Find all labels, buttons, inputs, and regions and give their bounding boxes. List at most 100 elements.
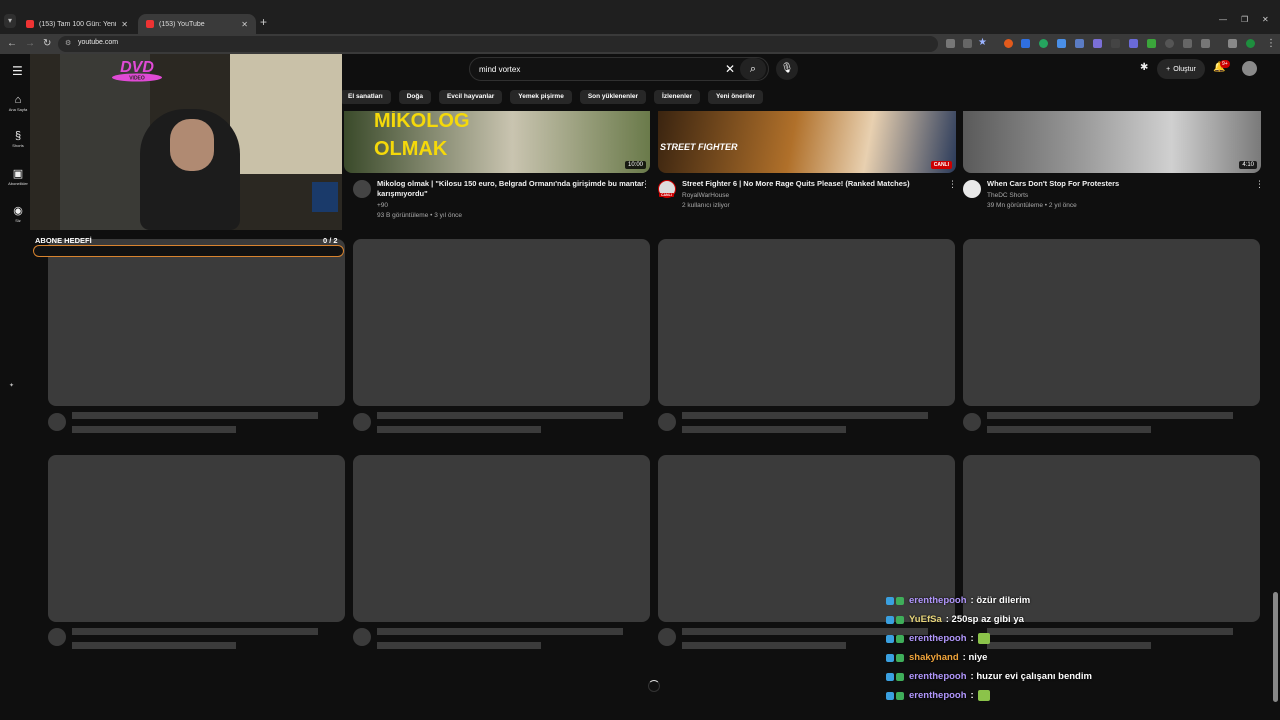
skeleton-line [72, 628, 318, 635]
extension-icon[interactable] [1093, 39, 1102, 48]
minimize-icon[interactable]: — [1219, 15, 1227, 24]
skeleton-line [72, 426, 236, 433]
extension-icon[interactable] [1111, 39, 1120, 48]
skeleton-line [682, 426, 846, 433]
chat-username[interactable]: erenthepooh [909, 633, 967, 644]
chat-text: : 250sp az gibi ya [945, 614, 1024, 625]
video-thumbnail[interactable]: 4:10 [963, 111, 1261, 173]
youtube-favicon-icon [146, 20, 154, 28]
skeleton-avatar [658, 628, 676, 646]
streamer-face [170, 119, 214, 171]
chat-badge-icon [886, 596, 894, 605]
chat-username[interactable]: YuEfSa [909, 614, 942, 625]
extension-icon[interactable] [1004, 39, 1013, 48]
chip-cooking[interactable]: Yemek pişirme [510, 90, 572, 104]
more-actions-icon[interactable]: ⋮ [948, 179, 957, 190]
eye-off-icon[interactable] [963, 39, 972, 48]
subscriber-goal-bar [33, 245, 344, 257]
extension-icon[interactable] [1129, 39, 1138, 48]
search-button[interactable]: ⌕ [740, 58, 766, 80]
create-button[interactable]: + Oluştur [1157, 59, 1205, 79]
tab-title: (153) YouTube [159, 20, 205, 28]
chat-username[interactable]: erenthepooh [909, 690, 967, 701]
channel-avatar[interactable] [963, 180, 981, 198]
bookmark-star-icon[interactable]: ★ [978, 37, 987, 48]
new-tab-button[interactable]: + [260, 15, 267, 29]
chat-text: : niye [962, 652, 988, 663]
video-duration: 10:00 [624, 161, 646, 169]
chat-badge-icon [896, 634, 904, 643]
chat-username[interactable]: shakyhand [909, 652, 959, 663]
clear-search-icon[interactable]: ✕ [725, 62, 735, 76]
avatar[interactable] [1242, 61, 1257, 76]
forward-icon[interactable]: → [25, 38, 35, 49]
chip-new-to-you[interactable]: Yeni öneriler [708, 90, 764, 104]
skeleton-avatar [353, 413, 371, 431]
chat-text: : özür dilerim [970, 595, 1031, 606]
close-window-icon[interactable]: ✕ [1262, 15, 1269, 24]
youtube-favicon-icon [26, 20, 34, 28]
chat-username[interactable]: erenthepooh [909, 671, 967, 682]
video-title[interactable]: Mikolog olmak | "Kilosu 150 euro, Belgra… [377, 179, 647, 199]
extension-icon[interactable] [1057, 39, 1066, 48]
video-thumbnail[interactable]: MİKOLOG OLMAK 10:00 [344, 111, 650, 173]
site-info-icon[interactable]: ⚙ [65, 39, 71, 47]
browser-menu-icon[interactable]: ⋮ [1266, 38, 1276, 49]
skeleton-avatar [963, 413, 981, 431]
more-actions-icon[interactable]: ⋮ [641, 179, 650, 190]
channel-avatar[interactable] [353, 180, 371, 198]
tab-search-button[interactable]: ▾ [4, 14, 16, 28]
chip-crafts[interactable]: El sanatları [340, 90, 391, 104]
chat-badge-icon [896, 691, 904, 700]
channel-name[interactable]: TheDC Shorts [987, 192, 1028, 199]
gemini-icon[interactable]: ✱ [1140, 62, 1148, 73]
page-scrollbar[interactable] [1273, 592, 1278, 702]
loading-spinner-icon [648, 680, 660, 692]
extension-icon[interactable] [1147, 39, 1156, 48]
chip-watched[interactable]: İzlenenler [654, 90, 701, 104]
chat-badge-icon [886, 653, 894, 662]
close-tab-icon[interactable]: ✕ [241, 20, 248, 29]
channel-name[interactable]: +90 [377, 202, 388, 209]
dvd-logo: DVD VIDEO [112, 59, 162, 82]
cast-icon[interactable] [946, 39, 955, 48]
chip-recently-uploaded[interactable]: Son yüklenenler [579, 90, 647, 104]
video-skeleton [353, 239, 650, 406]
chat-message: erenthepooh: özür dilerim [886, 591, 1266, 610]
video-stats: 39 Mn görüntüleme • 2 yıl önce [987, 202, 1077, 209]
video-thumbnail[interactable]: STREET FIGHTER CANLI [658, 111, 956, 173]
reload-icon[interactable]: ↻ [43, 38, 51, 49]
address-bar[interactable]: ⚙ youtube.com [58, 36, 938, 52]
voice-search-button[interactable]: 🎙 [776, 58, 798, 80]
sidebar-icon[interactable] [1228, 39, 1237, 48]
video-skeleton [353, 455, 650, 622]
close-tab-icon[interactable]: ✕ [121, 20, 128, 29]
extension-icon[interactable] [1183, 39, 1192, 48]
dvd-logo-subtext: VIDEO [129, 76, 145, 82]
search-input[interactable]: mind vortex ✕ [469, 57, 769, 81]
chip-pets[interactable]: Evcil hayvanlar [438, 90, 503, 104]
browser-tab-1[interactable]: (153) Tam 100 Gün: Yeni Başlay ✕ [18, 14, 136, 34]
skeleton-line [72, 642, 236, 649]
channel-name[interactable]: RoyalWarHouse [682, 192, 729, 199]
video-title[interactable]: Street Fighter 6 | No More Rage Quits Pl… [682, 179, 942, 189]
restore-icon[interactable]: ❐ [1241, 15, 1248, 24]
video-duration: 4:10 [1239, 161, 1257, 169]
video-title[interactable]: When Cars Don't Stop For Protesters [987, 179, 1247, 189]
more-actions-icon[interactable]: ⋮ [1255, 179, 1264, 190]
skeleton-line [377, 628, 623, 635]
extension-icon[interactable] [1021, 39, 1030, 48]
browser-tab-2[interactable]: (153) YouTube ✕ [138, 14, 256, 34]
chat-badge-icon [886, 615, 894, 624]
subscriber-goal-count: 0 / 2 [323, 236, 338, 245]
chat-username[interactable]: erenthepooh [909, 595, 967, 606]
profile-icon[interactable] [1246, 39, 1255, 48]
extension-icon[interactable] [1039, 39, 1048, 48]
chip-nature[interactable]: Doğa [398, 90, 431, 104]
extension-icon[interactable] [1165, 39, 1174, 48]
video-skeleton [48, 239, 345, 406]
chat-badge-icon [896, 653, 904, 662]
extensions-puzzle-icon[interactable] [1201, 39, 1210, 48]
back-icon[interactable]: ← [7, 38, 17, 49]
extension-icon[interactable] [1075, 39, 1084, 48]
